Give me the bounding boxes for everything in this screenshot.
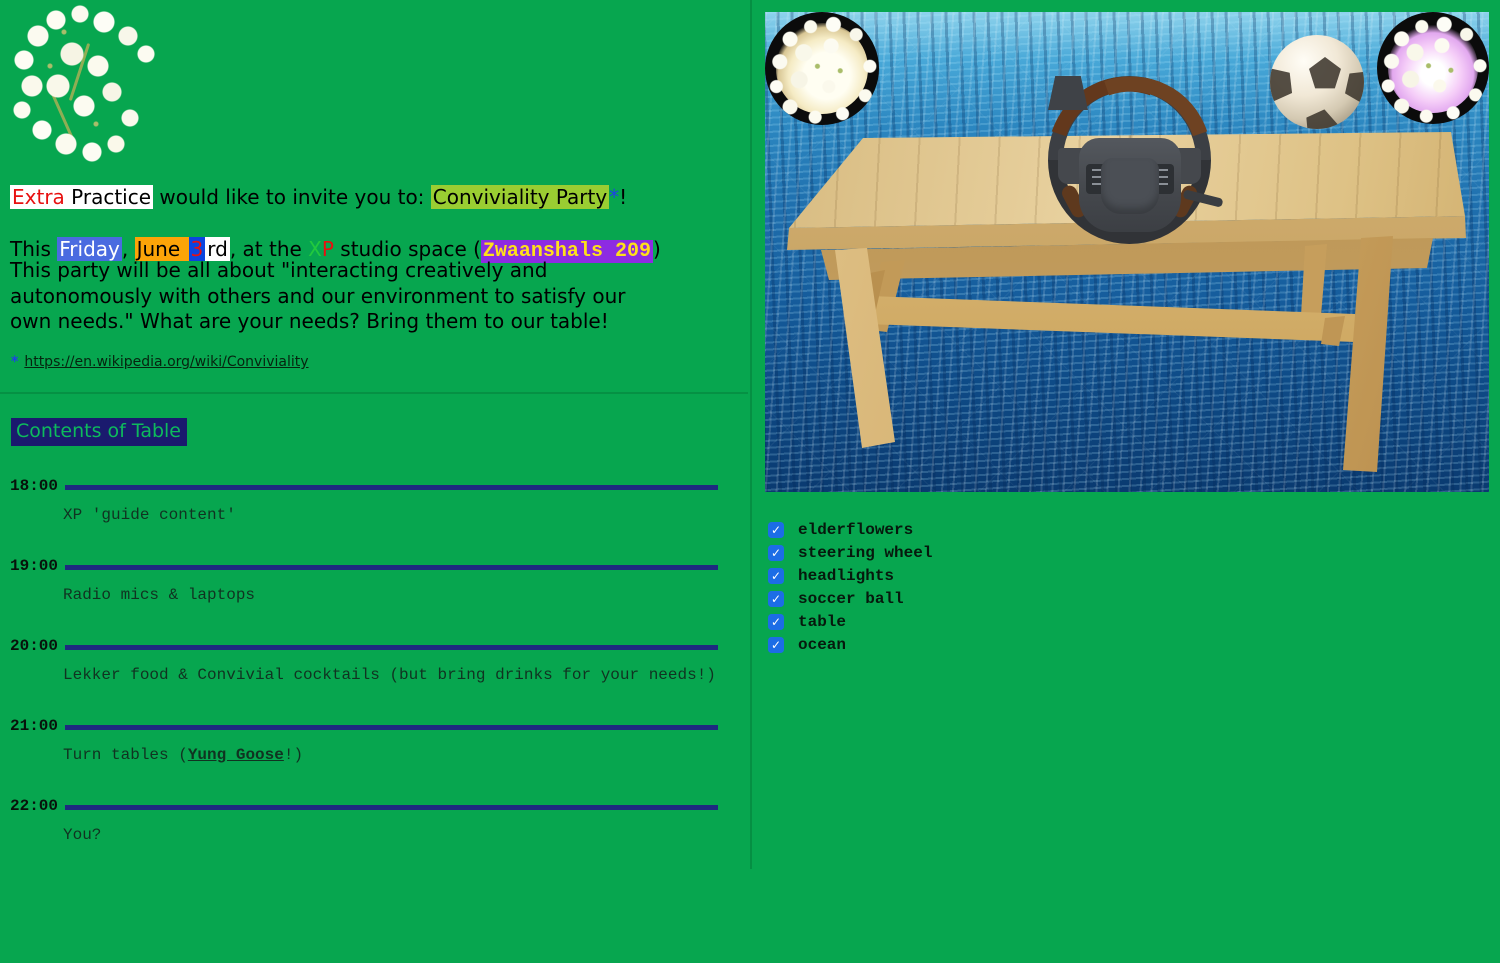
steering-wheel-airbag-cover — [1101, 158, 1159, 214]
schedule-item-label: Lekker food & Convivial cocktails (but b… — [63, 666, 718, 684]
schedule-item-label: You? — [63, 826, 718, 844]
schedule-time: 18:00 — [10, 477, 58, 495]
schedule-heading: Contents of Table — [11, 418, 187, 446]
extra-text: Extra — [12, 185, 65, 209]
extra-practice-highlight: Extra Practice — [10, 185, 153, 209]
checkbox-label: table — [798, 613, 846, 631]
soccer-ball-pentagon — [1270, 62, 1299, 106]
soccer-ball-pentagon — [1338, 63, 1364, 109]
schedule-row-2000: 20:00 Lekker food & Convivial cocktails … — [10, 637, 718, 684]
schedule-line — [65, 485, 718, 490]
schedule-time: 21:00 — [10, 717, 58, 735]
schedule-line — [65, 725, 718, 730]
schedule-time: 22:00 — [10, 797, 58, 815]
elderflower-headlight-left — [765, 12, 879, 125]
left-column: Extra Practice would like to invite you … — [0, 0, 752, 869]
checklist-row: ✓ headlights — [768, 568, 932, 584]
wikipedia-conviviality-link[interactable]: https://en.wikipedia.org/wiki/Conviviali… — [24, 354, 308, 370]
schedule-time: 20:00 — [10, 637, 58, 655]
soccer-ball — [1270, 35, 1364, 129]
schedule-item-label: XP 'guide content' — [63, 506, 718, 524]
schedule-time: 19:00 — [10, 557, 58, 575]
checklist-row: ✓ soccer ball — [768, 591, 932, 607]
footnote-asterisk: * — [11, 354, 18, 370]
schedule-line — [65, 645, 718, 650]
section-divider — [0, 392, 748, 394]
schedule-line — [65, 565, 718, 570]
footnote: * https://en.wikipedia.org/wiki/Convivial… — [11, 354, 309, 370]
checkbox-label: elderflowers — [798, 521, 913, 539]
schedule-item-label: Radio mics & laptops — [63, 586, 718, 604]
checklist-row: ✓ steering wheel — [768, 545, 932, 561]
party-name-highlight: Conviviality Party — [431, 185, 609, 209]
checkbox-label: ocean — [798, 636, 846, 654]
steering-wheel-bottom-spoke — [1048, 76, 1088, 110]
soccer-ball-pentagon — [1301, 106, 1341, 129]
elderflower-headlight-right — [1377, 12, 1489, 124]
party-description: This party will be all about "interactin… — [10, 258, 655, 335]
steering-wheel — [1048, 76, 1211, 244]
elderflower-blossoms — [765, 12, 879, 125]
checkbox-checked[interactable]: ✓ — [768, 522, 784, 538]
checkbox-label: steering wheel — [798, 544, 932, 562]
checklist-row: ✓ table — [768, 614, 932, 630]
elderflower-blossoms — [1377, 12, 1489, 124]
checklist-row: ✓ ocean — [768, 637, 932, 653]
checkbox-checked[interactable]: ✓ — [768, 637, 784, 653]
checkbox-checked[interactable]: ✓ — [768, 614, 784, 630]
schedule-row-2100: 21:00 Turn tables (Yung Goose!) — [10, 717, 718, 764]
checkbox-label: headlights — [798, 567, 894, 585]
checklist-row: ✓ elderflowers — [768, 522, 932, 538]
elderflower-image — [8, 2, 163, 162]
schedule-row-2200: 22:00 You? — [10, 797, 718, 844]
schedule-line — [65, 805, 718, 810]
practice-text: Practice — [71, 185, 151, 209]
yung-goose-link[interactable]: Yung Goose — [188, 746, 284, 764]
checkbox-label: soccer ball — [798, 590, 904, 608]
schedule-item-label: Turn tables (Yung Goose!) — [63, 746, 718, 764]
invite-headline: Extra Practice would like to invite you … — [10, 184, 661, 265]
party-collage-image — [765, 12, 1489, 492]
flower-blossoms — [8, 2, 163, 162]
checkbox-checked[interactable]: ✓ — [768, 591, 784, 607]
soccer-ball-pentagon — [1308, 57, 1342, 90]
checkbox-checked[interactable]: ✓ — [768, 568, 784, 584]
schedule-row-1800: 18:00 XP 'guide content' — [10, 477, 718, 524]
collage-contents-checklist: ✓ elderflowers ✓ steering wheel ✓ headli… — [768, 522, 932, 660]
invite-middle-text: would like to invite you to: — [153, 185, 431, 209]
schedule-row-1900: 19:00 Radio mics & laptops — [10, 557, 718, 604]
footnote-asterisk-ref: * — [609, 185, 619, 209]
steering-wheel-hub — [1079, 138, 1181, 232]
checkbox-checked[interactable]: ✓ — [768, 545, 784, 561]
